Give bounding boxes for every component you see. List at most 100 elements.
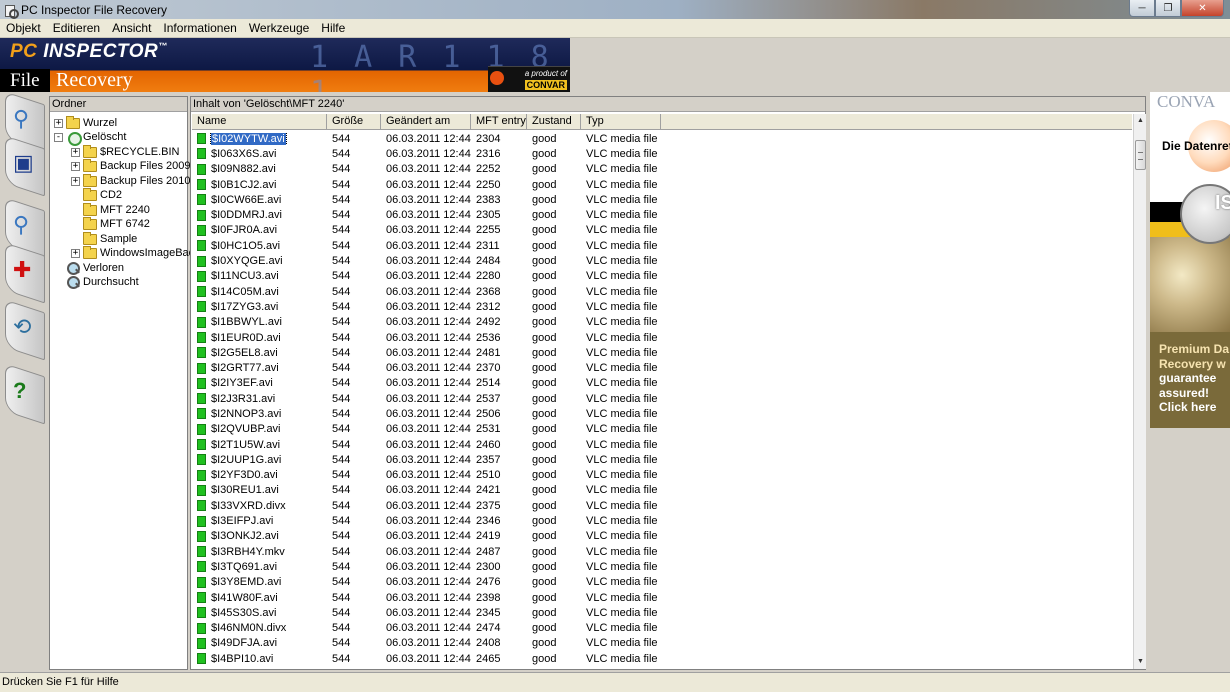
tree-node[interactable]: + Backup Files 2009- <box>71 158 195 173</box>
file-type: VLC media file (.... <box>586 606 661 619</box>
tree-node[interactable]: Verloren <box>54 261 124 275</box>
menu-ansicht[interactable]: Ansicht <box>106 19 157 38</box>
tree-node[interactable]: CD2 <box>71 187 122 202</box>
table-row[interactable]: $I30REU1.avi 544 06.03.2011 12:44 2421 good V… <box>192 483 1132 498</box>
column-header-name[interactable]: Name <box>192 114 327 130</box>
column-header-mft-entry[interactable]: MFT entry <box>471 114 527 130</box>
table-row[interactable]: $I0FJR0A.avi 544 06.03.2011 12:44 2255 good V… <box>192 223 1132 238</box>
table-row[interactable]: $I2J3R31.avi 544 06.03.2011 12:44 2537 good V… <box>192 391 1132 406</box>
column-header-state[interactable]: Zustand <box>527 114 581 130</box>
vertical-scrollbar[interactable]: ▲ ▼ <box>1133 114 1146 669</box>
menu-editieren[interactable]: Editieren <box>47 19 106 38</box>
magnifier-icon: ⚲ <box>13 212 30 237</box>
tree-node-label: MFT 6742 <box>100 218 150 230</box>
table-row[interactable]: $I063X6S.avi 544 06.03.2011 12:44 2316 good V… <box>192 146 1132 161</box>
file-mft-entry: 2421 <box>476 484 501 497</box>
table-row[interactable]: $I0HC1O5.avi 544 06.03.2011 12:44 2311 good V… <box>192 238 1132 253</box>
expand-icon[interactable]: + <box>71 161 80 171</box>
table-row[interactable]: $I11NCU3.avi 544 06.03.2011 12:44 2280 good V… <box>192 269 1132 284</box>
tree-node[interactable]: Durchsucht <box>54 275 139 289</box>
table-row[interactable]: $I2G5EL8.avi 544 06.03.2011 12:44 2481 good V… <box>192 345 1132 360</box>
file-size: 544 <box>332 637 351 650</box>
table-row[interactable]: $I2T1U5W.avi 544 06.03.2011 12:44 2460 good V… <box>192 437 1132 452</box>
tree-node[interactable]: MFT 6742 <box>71 216 150 231</box>
add-button[interactable]: ✚ <box>5 242 45 304</box>
menu-hilfe[interactable]: Hilfe <box>315 19 351 38</box>
close-button[interactable]: ✕ <box>1181 0 1224 17</box>
table-row[interactable]: $I0DDMRJ.avi 544 06.03.2011 12:44 2305 good V… <box>192 207 1132 222</box>
save-button[interactable]: ▣ <box>5 135 45 197</box>
help-button[interactable]: ? <box>5 363 45 425</box>
table-row[interactable]: $I2GRT77.avi 544 06.03.2011 12:44 2370 good V… <box>192 360 1132 375</box>
file-type: VLC media file (.... <box>586 591 661 604</box>
tree-node-label: Backup Files 2009- <box>100 160 195 172</box>
expand-icon[interactable]: + <box>71 248 80 258</box>
folder-icon <box>83 187 97 201</box>
expand-icon[interactable]: + <box>71 176 80 186</box>
table-row[interactable]: $I09N882.avi 544 06.03.2011 12:44 2252 good V… <box>192 162 1132 177</box>
table-row[interactable]: $I2NNOP3.avi 544 06.03.2011 12:44 2506 good V… <box>192 406 1132 421</box>
file-size: 544 <box>332 499 351 512</box>
table-row[interactable]: $I3ONKJ2.avi 544 06.03.2011 12:44 2419 good V… <box>192 529 1132 544</box>
file-size: 544 <box>332 591 351 604</box>
table-row[interactable]: $I14C05M.avi 544 06.03.2011 12:44 2368 good V… <box>192 284 1132 299</box>
table-row[interactable]: $I4BPI10.avi 544 06.03.2011 12:44 2465 good V… <box>192 651 1132 666</box>
column-header-type[interactable]: Typ <box>581 114 661 130</box>
table-row[interactable]: $I33VXRD.divx 544 06.03.2011 12:44 2375 good… <box>192 498 1132 513</box>
advertisement-panel[interactable]: CONVA Die Datenret IS Premium Da Recover… <box>1150 92 1230 428</box>
minimize-button[interactable]: ─ <box>1129 0 1155 17</box>
menu-informationen[interactable]: Informationen <box>157 19 242 38</box>
banner-recovery-text: Recovery <box>56 69 133 91</box>
table-row[interactable]: $I2IY3EF.avi 544 06.03.2011 12:44 2514 good V… <box>192 376 1132 391</box>
table-row[interactable]: $I3Y8EMD.avi 544 06.03.2011 12:44 2476 good V… <box>192 575 1132 590</box>
table-row[interactable]: $I45S30S.avi 544 06.03.2011 12:44 2345 good V… <box>192 605 1132 620</box>
scroll-thumb[interactable] <box>1135 140 1146 170</box>
file-type: VLC media file (.... <box>586 346 661 359</box>
scroll-down-icon[interactable]: ▼ <box>1134 655 1146 669</box>
file-state: good <box>532 469 557 482</box>
maximize-button[interactable]: ❐ <box>1155 0 1181 17</box>
tree-node[interactable]: + WindowsImageBac <box>71 245 194 260</box>
ad-slogan[interactable]: Premium Da Recovery w guarantee assured!… <box>1150 342 1230 415</box>
video-file-icon <box>197 362 206 374</box>
table-row[interactable]: $I0CW66E.avi 544 06.03.2011 12:44 2383 good V… <box>192 192 1132 207</box>
video-file-icon <box>197 377 206 389</box>
menu-objekt[interactable]: Objekt <box>0 19 47 38</box>
table-row[interactable]: $I1BBWYL.avi 544 06.03.2011 12:44 2492 good V… <box>192 315 1132 330</box>
table-row[interactable]: $I0XYQGE.avi 544 06.03.2011 12:44 2484 good V… <box>192 253 1132 268</box>
table-row[interactable]: $I49DFJA.avi 544 06.03.2011 12:44 2408 good V… <box>192 636 1132 651</box>
table-row[interactable]: $I2QVUBP.avi 544 06.03.2011 12:44 2531 good V… <box>192 422 1132 437</box>
table-row[interactable]: $I3TQ691.avi 544 06.03.2011 12:44 2300 good V… <box>192 559 1132 574</box>
tree-node[interactable]: + Wurzel <box>54 115 117 130</box>
expand-icon[interactable]: + <box>71 147 80 157</box>
file-type: VLC media file (.... <box>586 193 661 206</box>
collapse-icon[interactable]: - <box>54 132 63 142</box>
tree-node[interactable]: + Backup Files 2010- <box>71 173 194 188</box>
table-row[interactable]: $I3RBH4Y.mkv 544 06.03.2011 12:44 2487 good V… <box>192 544 1132 559</box>
table-row[interactable]: $I2YF3D0.avi 544 06.03.2011 12:44 2510 good V… <box>192 468 1132 483</box>
table-row[interactable]: $I41W80F.avi 544 06.03.2011 12:44 2398 good V… <box>192 590 1132 605</box>
column-header-modified[interactable]: Geändert am <box>381 114 471 130</box>
table-row[interactable]: $I46NM0N.divx 544 06.03.2011 12:44 2474 good… <box>192 621 1132 636</box>
table-row[interactable]: $I1EUR0D.avi 544 06.03.2011 12:44 2536 good V… <box>192 330 1132 345</box>
back-button[interactable]: ⟲ <box>5 299 45 361</box>
expand-icon[interactable]: + <box>54 118 63 128</box>
file-state: good <box>532 300 557 313</box>
tree-node-label: Durchsucht <box>83 276 139 288</box>
column-header-size[interactable]: Größe <box>327 114 381 130</box>
table-row[interactable]: $I17ZYG3.avi 544 06.03.2011 12:44 2312 good V… <box>192 299 1132 314</box>
table-row[interactable]: $I0B1CJ2.avi 544 06.03.2011 12:44 2250 good V… <box>192 177 1132 192</box>
menu-werkzeuge[interactable]: Werkzeuge <box>243 19 315 38</box>
tree-node[interactable]: - Gelöscht <box>54 130 126 146</box>
table-row[interactable]: $I2UUP1G.avi 544 06.03.2011 12:44 2357 good V… <box>192 452 1132 467</box>
scroll-up-icon[interactable]: ▲ <box>1134 114 1146 128</box>
tree-node[interactable]: Sample <box>71 231 137 246</box>
file-name: $I3EIFPJ.avi <box>192 515 327 527</box>
tree-node[interactable]: + $RECYCLE.BIN <box>71 144 179 159</box>
tree-node-label: MFT 2240 <box>100 204 150 216</box>
tree-node[interactable]: MFT 2240 <box>71 202 150 217</box>
file-state: good <box>532 591 557 604</box>
table-row[interactable]: $I02WYTW.avi 544 06.03.2011 12:44 2304 good V… <box>192 131 1132 146</box>
file-size: 544 <box>332 239 351 252</box>
table-row[interactable]: $I3EIFPJ.avi 544 06.03.2011 12:44 2346 good V… <box>192 513 1132 528</box>
